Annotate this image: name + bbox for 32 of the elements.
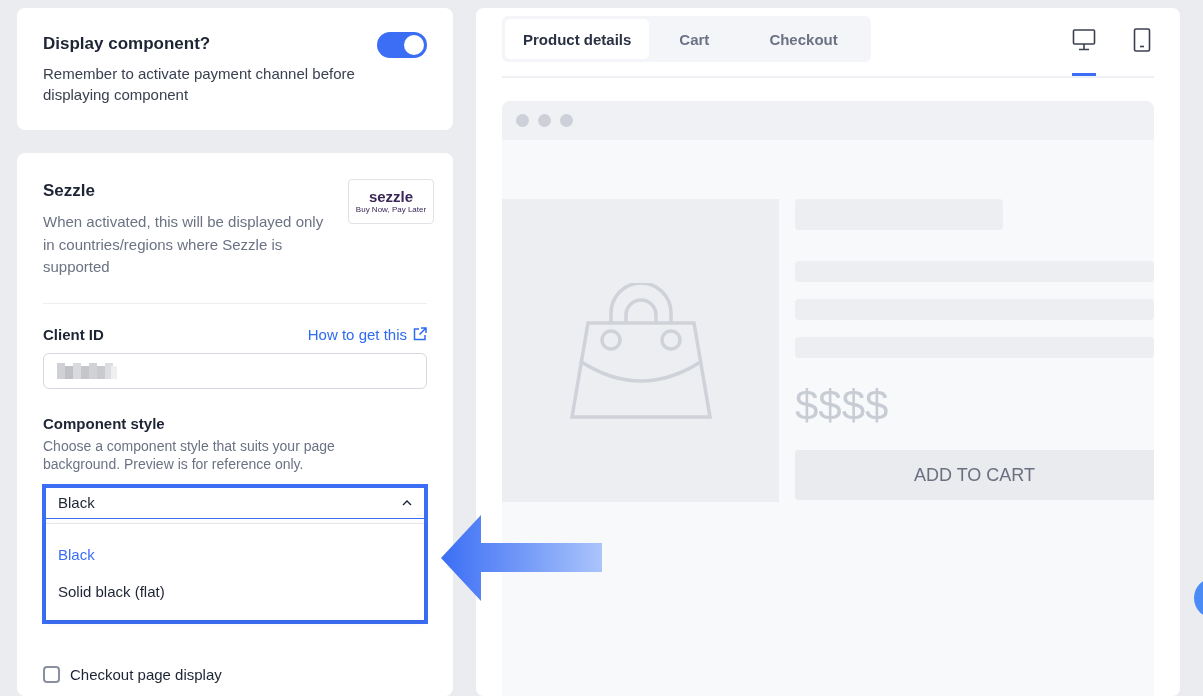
card-description: Remember to activate payment channel before displaying component [43,64,356,105]
window-dot [516,114,529,127]
field-label: Client ID [43,325,104,343]
checkbox[interactable] [43,665,60,683]
checkbox-row[interactable]: Checkout page display [43,665,427,683]
client-id-field[interactable] [43,352,427,389]
card-title: Display component? [43,34,211,54]
preview-tab[interactable]: Product details [505,19,650,59]
field-label: Component style [43,414,166,432]
logo-wordmark: sezzle [368,189,414,204]
card-title: Sezzle [43,181,96,201]
card-description: When activated, this will be displayed only in countries/regions where Sezzle is supported [43,212,325,277]
logo-tagline: Buy Now, Pay Later [355,205,427,214]
help-link[interactable]: How to get this [307,325,427,343]
monitor-icon [1072,28,1096,52]
tablet-icon [1133,28,1151,52]
redacted-value [57,362,117,379]
price-text: $$$$ [795,384,889,428]
handbag-icon [567,282,714,419]
caret-icon [402,499,412,506]
style-select[interactable]: Black [46,487,424,519]
add-to-cart-button[interactable]: ADD TO CART [795,450,1154,500]
window-dot [538,114,551,127]
dropdown-option[interactable]: Solid black (flat) [46,572,424,610]
checkbox-label: Checkout page display [70,665,222,683]
preview-tab[interactable]: Cart [649,19,740,59]
field-description: Choose a component style that suits your page background. Preview is for reference only. [43,436,336,473]
external-link-icon [413,327,427,341]
toggle-switch[interactable] [377,32,427,58]
dropdown-option[interactable]: Black [46,535,424,573]
preview-tab[interactable]: Checkout [739,19,868,59]
window-dot [560,114,573,127]
